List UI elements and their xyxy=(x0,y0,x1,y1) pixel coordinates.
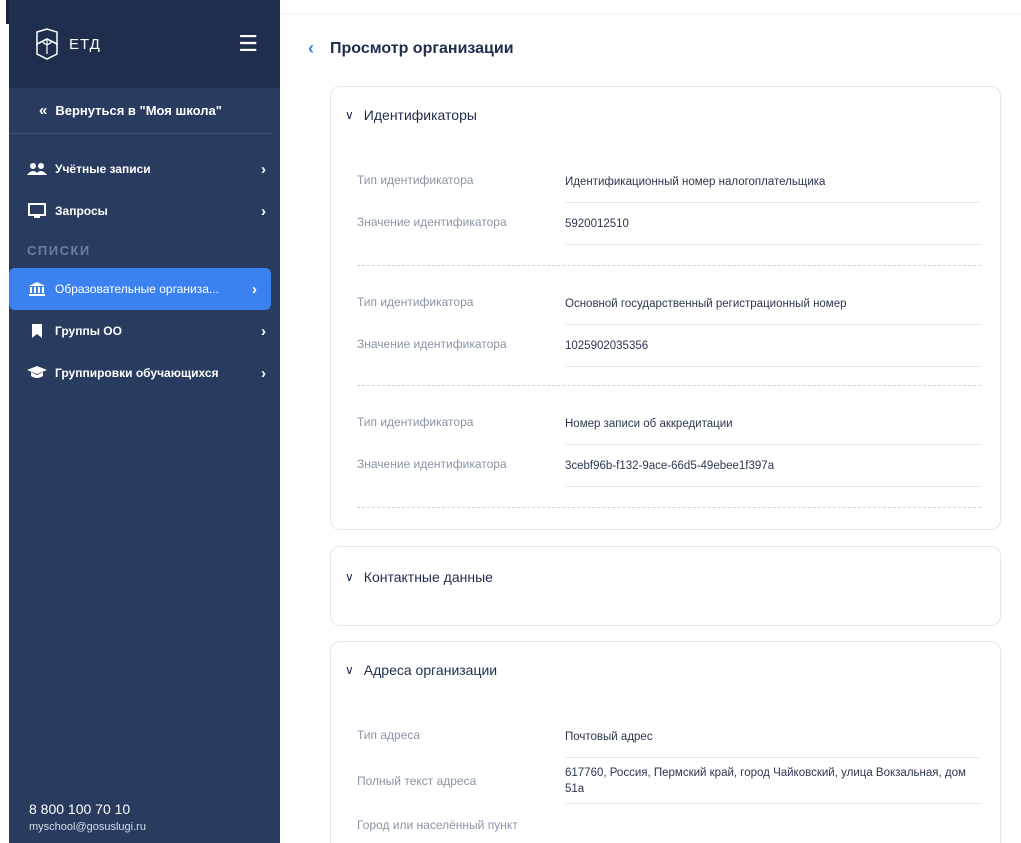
sidebar-item-organizations[interactable]: Образовательные организа... › xyxy=(9,268,271,310)
chevron-right-icon: › xyxy=(261,364,266,382)
divider xyxy=(280,13,1021,14)
group-separator xyxy=(357,385,981,386)
contacts-card: ∨ Контактные данные xyxy=(330,546,1001,626)
sidebar-item-label: Группировки обучающихся xyxy=(55,366,219,380)
back-to-school-link[interactable]: « Вернуться в "Моя школа" xyxy=(9,88,271,134)
contacts-card-header[interactable]: ∨ Контактные данные xyxy=(345,569,493,585)
field-label: Значение идентификатора xyxy=(357,337,507,351)
identifier-type-row: Тип идентификатора Номер записи об аккре… xyxy=(331,403,1002,445)
field-label: Город или населённый пункт xyxy=(357,818,518,832)
addresses-card: ∨ Адреса организации Тип адреса Почтовый… xyxy=(330,641,1001,843)
field-value: 3cebf96b-f132-9ace-66d5-49ebee1f397a xyxy=(565,445,981,487)
users-icon xyxy=(27,161,47,177)
sidebar-nav: Учётные записи › Запросы › xyxy=(9,148,280,232)
field-value: Почтовый адрес xyxy=(565,716,981,758)
field-value: Номер записи об аккредитации xyxy=(565,403,981,445)
section-label-lists: СПИСКИ xyxy=(27,242,91,258)
field-value xyxy=(565,804,981,843)
field-value: 1025902035356 xyxy=(565,325,981,367)
addresses-card-header[interactable]: ∨ Адреса организации xyxy=(345,662,497,678)
monitor-icon xyxy=(27,203,47,219)
identifier-type-row: Тип идентификатора Идентификационный ном… xyxy=(331,161,1002,203)
identifiers-card: ∨ Идентификаторы Тип идентификатора Иден… xyxy=(330,86,1001,530)
field-label: Тип идентификатора xyxy=(357,415,474,429)
support-phone[interactable]: 8 800 100 70 10 xyxy=(29,801,146,817)
sidebar-item-accounts[interactable]: Учётные записи › xyxy=(9,148,280,190)
sidebar-item-student-groupings[interactable]: Группировки обучающихся › xyxy=(9,352,280,394)
sidebar-header: ЕТД ☰ xyxy=(9,0,280,88)
identifier-type-row: Тип идентификатора Основной государствен… xyxy=(331,283,1002,325)
logo-text: ЕТД xyxy=(69,35,101,53)
support-email[interactable]: myschool@gosuslugi.ru xyxy=(29,821,146,833)
field-value: Основной государственный регистрационный… xyxy=(565,283,981,325)
identifier-value-row: Значение идентификатора 1025902035356 xyxy=(331,325,1002,367)
identifiers-card-header[interactable]: ∨ Идентификаторы xyxy=(345,107,477,123)
group-separator xyxy=(357,507,981,508)
field-value: 5920012510 xyxy=(565,203,981,245)
sidebar-item-label: Группы ОО xyxy=(55,324,122,338)
card-title: Контактные данные xyxy=(363,569,493,585)
app-window: ЕТД ☰ « Вернуться в "Моя школа" Учётные … xyxy=(0,0,1021,843)
address-type-row: Тип адреса Почтовый адрес xyxy=(331,716,1002,758)
card-title: Идентификаторы xyxy=(363,107,477,123)
sidebar-item-label: Образовательные организа... xyxy=(55,282,219,296)
sidebar-lists-nav: Образовательные организа... › Группы ОО … xyxy=(9,268,280,394)
field-label: Значение идентификатора xyxy=(357,457,507,471)
bookmark-icon xyxy=(27,323,47,339)
institution-icon xyxy=(27,281,47,297)
field-label: Полный текст адреса xyxy=(357,774,477,788)
chevron-right-icon: › xyxy=(261,202,266,220)
group-separator xyxy=(357,265,981,266)
field-label: Тип идентификатора xyxy=(357,173,474,187)
chevron-right-icon: › xyxy=(261,322,266,340)
sidebar-item-label: Запросы xyxy=(55,204,108,218)
sidebar-item-oo-groups[interactable]: Группы ОО › xyxy=(9,310,280,352)
back-link-label: Вернуться в "Моя школа" xyxy=(55,103,222,118)
logo[interactable]: ЕТД xyxy=(33,28,101,60)
main-content: ‹ Просмотр организации ∨ Идентификаторы … xyxy=(280,0,1021,843)
field-value: Идентификационный номер налогоплательщик… xyxy=(565,161,981,203)
chevron-down-icon: ∨ xyxy=(345,663,354,677)
sidebar: ЕТД ☰ « Вернуться в "Моя школа" Учётные … xyxy=(9,0,280,843)
chevron-down-icon: ∨ xyxy=(345,570,354,584)
chevron-right-icon: › xyxy=(261,160,266,178)
card-title: Адреса организации xyxy=(363,662,498,678)
address-full-text-row: Полный текст адреса 617760, Россия, Перм… xyxy=(331,758,1002,804)
sidebar-item-requests[interactable]: Запросы › xyxy=(9,190,280,232)
window-edge xyxy=(0,0,9,843)
graduation-cap-icon xyxy=(27,365,47,381)
sidebar-item-label: Учётные записи xyxy=(55,162,151,176)
double-chevron-left-icon: « xyxy=(39,102,48,119)
sidebar-footer: 8 800 100 70 10 myschool@gosuslugi.ru xyxy=(29,801,146,833)
back-arrow-icon[interactable]: ‹ xyxy=(308,38,314,59)
field-label: Тип идентификатора xyxy=(357,295,474,309)
identifier-value-row: Значение идентификатора 5920012510 xyxy=(331,203,1002,245)
identifier-value-row: Значение идентификатора 3cebf96b-f132-9a… xyxy=(331,445,1002,487)
field-label: Значение идентификатора xyxy=(357,215,507,229)
chevron-down-icon: ∨ xyxy=(345,108,354,122)
chevron-right-icon: › xyxy=(252,280,257,298)
menu-icon[interactable]: ☰ xyxy=(238,33,258,55)
field-label: Тип адреса xyxy=(357,728,421,742)
logo-icon xyxy=(36,28,58,60)
field-value: 617760, Россия, Пермский край, город Чай… xyxy=(565,758,981,804)
address-city-row: Город или населённый пункт xyxy=(331,804,1002,843)
page-title: Просмотр организации xyxy=(330,39,514,57)
page-header: ‹ Просмотр организации xyxy=(308,38,514,59)
